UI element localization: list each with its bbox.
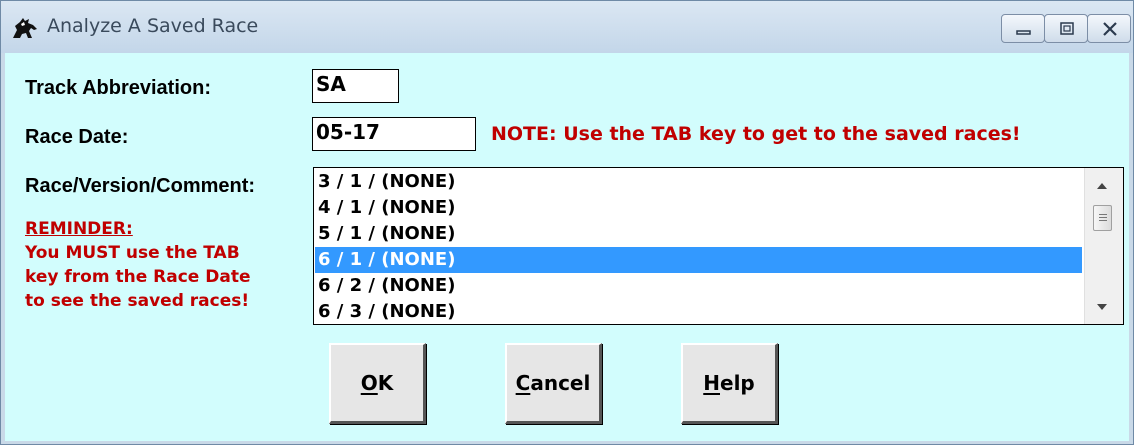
help-label: elp (720, 371, 755, 395)
list-item-selected[interactable]: 6 / 1 / (NONE) (315, 247, 1082, 273)
scroll-down-arrow-icon[interactable] (1097, 304, 1107, 310)
cancel-label: ancel (530, 371, 591, 395)
help-mnemonic: H (703, 371, 720, 395)
tab-key-note: NOTE: Use the TAB key to get to the save… (491, 123, 1021, 145)
list-item[interactable]: 6 / 3 / (NONE) (315, 299, 1082, 324)
minimize-button[interactable] (1001, 14, 1045, 43)
race-date-label: Race Date: (25, 126, 129, 148)
track-abbreviation-input[interactable]: SA (312, 69, 399, 103)
list-item[interactable]: 5 / 1 / (NONE) (315, 221, 1082, 247)
cancel-button[interactable]: Cancel (505, 343, 602, 424)
dialog-body: Track Abbreviation: SA Race Date: 05-17 … (5, 53, 1129, 441)
list-item[interactable]: 3 / 1 / (NONE) (315, 169, 1082, 195)
help-button[interactable]: Help (681, 343, 778, 424)
reminder-title: REMINDER: (25, 219, 133, 239)
saved-races-listbox[interactable]: 3 / 1 / (NONE) 4 / 1 / (NONE) 5 / 1 / (N… (313, 167, 1124, 325)
cancel-mnemonic: C (515, 371, 531, 395)
race-date-input[interactable]: 05-17 (312, 117, 476, 151)
race-list-items: 3 / 1 / (NONE) 4 / 1 / (NONE) 5 / 1 / (N… (315, 169, 1082, 324)
reminder-line: You MUST use the TAB (25, 243, 240, 263)
ok-button[interactable]: OK (329, 343, 426, 424)
dialog-window: Analyze A Saved Race Track Abbreviation:… (0, 0, 1134, 445)
ok-mnemonic: O (360, 371, 378, 395)
close-button[interactable] (1087, 14, 1131, 43)
horse-icon (13, 18, 37, 38)
scroll-thumb[interactable] (1093, 205, 1112, 231)
scroll-up-arrow-icon[interactable] (1097, 183, 1107, 189)
ok-label: K (377, 371, 394, 395)
race-list-label: Race/Version/Comment: (25, 175, 256, 197)
restore-button[interactable] (1044, 14, 1088, 43)
window-title: Analyze A Saved Race (47, 15, 259, 37)
title-bar[interactable]: Analyze A Saved Race (1, 1, 1133, 53)
reminder-block: REMINDER: You MUST use the TAB key from … (25, 217, 250, 313)
list-item[interactable]: 4 / 1 / (NONE) (315, 195, 1082, 221)
minimize-icon (1016, 30, 1031, 35)
reminder-line: key from the Race Date (25, 267, 251, 287)
reminder-line: to see the saved races! (25, 291, 250, 311)
list-item[interactable]: 6 / 2 / (NONE) (315, 273, 1082, 299)
vertical-scrollbar[interactable] (1084, 168, 1123, 324)
restore-icon (1060, 22, 1074, 35)
track-abbreviation-label: Track Abbreviation: (25, 77, 211, 99)
close-icon (1103, 22, 1117, 36)
